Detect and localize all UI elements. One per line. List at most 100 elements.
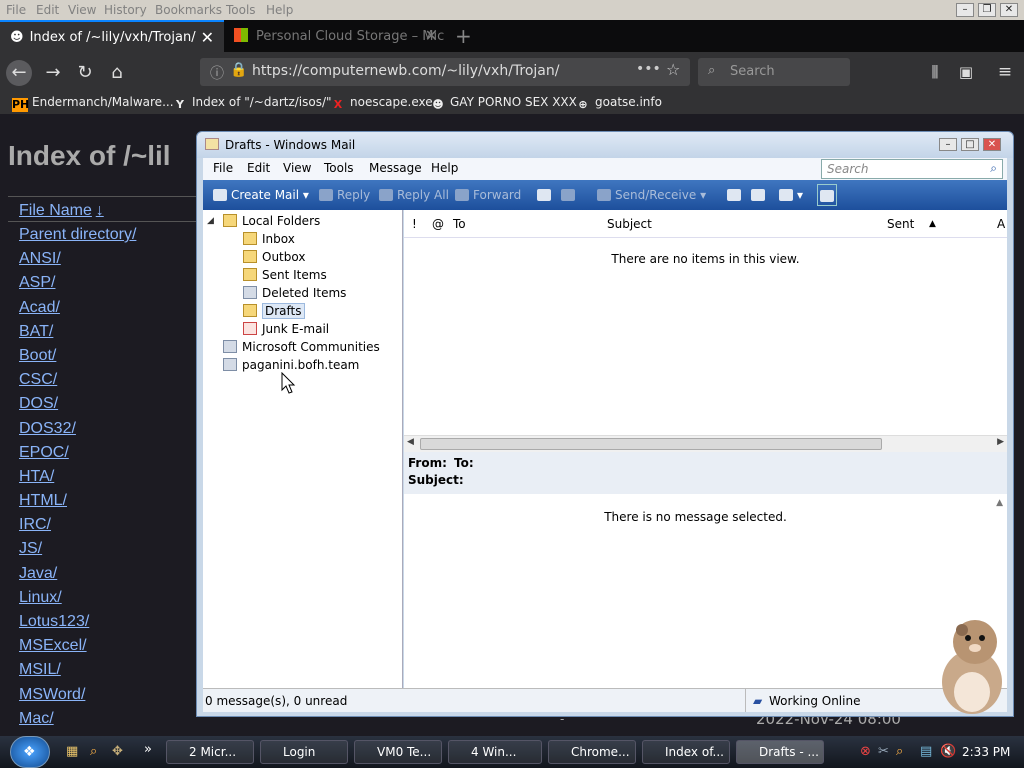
directory-link[interactable]: IRC/ bbox=[19, 516, 51, 533]
taskbar-item[interactable]: Index of... bbox=[642, 740, 730, 764]
taskbar-item[interactable]: 2 Micr... bbox=[166, 740, 254, 764]
folder-outbox[interactable]: Outbox bbox=[243, 250, 305, 268]
folder-inbox[interactable]: Inbox bbox=[243, 232, 295, 250]
horizontal-scrollbar[interactable]: ◀ ▶ bbox=[404, 435, 1007, 452]
menu-bookmarks[interactable]: Bookmarks bbox=[155, 3, 222, 17]
subject-column[interactable]: Subject bbox=[607, 217, 652, 231]
column-header-label[interactable]: File Name bbox=[19, 202, 92, 219]
address-bar[interactable]: ⓘ 🔒 https://computernewb.com/~lily/vxh/T… bbox=[200, 58, 690, 86]
directory-link[interactable]: Boot/ bbox=[19, 347, 56, 364]
taskbar-item[interactable]: Chrome... bbox=[548, 740, 636, 764]
reply-button[interactable]: Reply bbox=[319, 188, 370, 202]
directory-link[interactable]: Lotus123/ bbox=[19, 613, 89, 630]
collapse-triangle-icon[interactable]: ◢ bbox=[207, 216, 214, 226]
mail-maximize-button[interactable]: □ bbox=[961, 138, 979, 151]
bookmark-folder[interactable]: ☻ GAY PORNO SEX XXX bbox=[430, 95, 577, 112]
to-column[interactable]: To bbox=[453, 217, 466, 231]
priority-column[interactable]: ! bbox=[412, 217, 417, 231]
forward-arrow-icon[interactable]: → bbox=[40, 60, 66, 86]
mail-menu-view[interactable]: View bbox=[283, 161, 311, 175]
bookmark-noescape[interactable]: Xnoescape.exe bbox=[330, 95, 433, 112]
page-actions-icon[interactable]: ••• bbox=[636, 61, 661, 77]
directory-link[interactable]: Acad/ bbox=[19, 299, 60, 316]
send-receive-button[interactable]: Send/Receive ▾ bbox=[597, 188, 706, 202]
bookmark-endermanch[interactable]: PH Endermanch/Malware... bbox=[12, 95, 174, 112]
hamburger-menu-icon[interactable]: ≡ bbox=[992, 60, 1018, 86]
print-button[interactable] bbox=[537, 188, 555, 202]
menu-tools[interactable]: Tools bbox=[226, 3, 256, 17]
reload-icon[interactable]: ↻ bbox=[72, 60, 98, 86]
quicklaunch-overflow[interactable]: » bbox=[144, 742, 152, 757]
close-button[interactable]: ✕ bbox=[1000, 3, 1018, 17]
directory-link[interactable]: Java/ bbox=[19, 565, 57, 582]
back-arrow-icon[interactable]: ← bbox=[6, 60, 32, 86]
taskbar-item[interactable]: Login bbox=[260, 740, 348, 764]
close-tab-icon[interactable]: ✕ bbox=[425, 26, 438, 45]
clock[interactable]: 2:33 PM bbox=[962, 745, 1010, 759]
directory-link[interactable]: ANSI/ bbox=[19, 250, 61, 267]
menu-view[interactable]: View bbox=[68, 3, 96, 17]
directory-link[interactable]: MSIL/ bbox=[19, 661, 61, 678]
library-icon[interactable]: ⫼ bbox=[922, 60, 948, 86]
search-magnifier-icon[interactable]: ⌕ bbox=[90, 744, 97, 759]
bookmark-star-icon[interactable]: ☆ bbox=[666, 60, 680, 79]
taskbar-item[interactable]: 4 Win... bbox=[448, 740, 542, 764]
layout-button[interactable] bbox=[817, 184, 837, 206]
delete-button[interactable] bbox=[561, 188, 579, 202]
file-name-column-header[interactable]: File Name ↓ bbox=[8, 196, 198, 222]
quicklaunch-icon[interactable]: ✥ bbox=[112, 744, 123, 759]
folder-deleted-items[interactable]: Deleted Items bbox=[243, 286, 346, 304]
directory-link[interactable]: DOS/ bbox=[19, 395, 58, 412]
directory-link[interactable]: ASP/ bbox=[19, 274, 55, 291]
create-mail-button[interactable]: Create Mail ▾ bbox=[213, 188, 309, 202]
network-icon[interactable]: ▤ bbox=[920, 744, 932, 759]
directory-link[interactable]: Mac/ bbox=[19, 710, 54, 727]
attachment-column[interactable]: @ bbox=[432, 217, 444, 231]
account-column[interactable]: A bbox=[997, 217, 1005, 231]
tab-index-trojan[interactable]: ☻ Index of /~lily/vxh/Trojan/ ✕ bbox=[0, 20, 224, 52]
sidebar-icon[interactable]: ▣ bbox=[953, 60, 979, 86]
mail-menu-file[interactable]: File bbox=[213, 161, 233, 175]
directory-link[interactable]: CSC/ bbox=[19, 371, 57, 388]
menu-history[interactable]: History bbox=[104, 3, 147, 17]
mail-menu-help[interactable]: Help bbox=[431, 161, 458, 175]
contacts-button[interactable] bbox=[727, 188, 745, 202]
directory-link[interactable]: Parent directory/ bbox=[19, 226, 136, 243]
mail-menu-edit[interactable]: Edit bbox=[247, 161, 270, 175]
find-button[interactable]: ▾ bbox=[779, 188, 803, 202]
reply-all-button[interactable]: Reply All bbox=[379, 188, 449, 202]
folder-local-folders[interactable]: Local Folders bbox=[223, 214, 320, 232]
info-icon[interactable]: ⓘ bbox=[210, 63, 224, 83]
mail-menu-message[interactable]: Message bbox=[369, 161, 422, 175]
start-button[interactable]: ❖ bbox=[10, 736, 50, 768]
directory-link[interactable]: MSWord/ bbox=[19, 686, 85, 703]
bookmark-goatse[interactable]: ⊕ goatse.info bbox=[575, 95, 662, 112]
tray-search-icon[interactable]: ⌕ bbox=[896, 744, 903, 759]
menu-edit[interactable]: Edit bbox=[36, 3, 59, 17]
tray-tools-icon[interactable]: ✂ bbox=[878, 744, 889, 759]
directory-link[interactable]: HTML/ bbox=[19, 492, 67, 509]
mail-close-button[interactable]: ✕ bbox=[983, 138, 1001, 151]
taskbar-item[interactable]: VM0 Te... bbox=[354, 740, 442, 764]
scroll-left-icon[interactable]: ◀ bbox=[407, 437, 414, 447]
account-microsoft-communities[interactable]: Microsoft Communities bbox=[223, 340, 380, 358]
directory-link[interactable]: BAT/ bbox=[19, 323, 53, 340]
search-icon[interactable]: ⌕ bbox=[990, 161, 997, 176]
mail-menu-tools[interactable]: Tools bbox=[324, 161, 354, 175]
folder-junk-email[interactable]: Junk E-mail bbox=[243, 322, 329, 340]
volume-muted-icon[interactable]: 🔇 bbox=[940, 744, 956, 759]
bookmark-dartz-isos[interactable]: Y Index of "/~dartz/isos/" bbox=[172, 95, 332, 112]
directory-link[interactable]: MSExcel/ bbox=[19, 637, 87, 654]
close-tab-icon[interactable]: ✕ bbox=[201, 28, 214, 47]
directory-link[interactable]: EPOC/ bbox=[19, 444, 69, 461]
search-input[interactable]: ⌕ Search bbox=[698, 58, 850, 86]
directory-link[interactable]: HTA/ bbox=[19, 468, 54, 485]
mail-minimize-button[interactable]: – bbox=[939, 138, 957, 151]
directory-link[interactable]: Linux/ bbox=[19, 589, 62, 606]
folder-sent-items[interactable]: Sent Items bbox=[243, 268, 327, 286]
scroll-up-icon[interactable]: ▲ bbox=[996, 498, 1003, 508]
taskbar-item[interactable]: Drafts - ... bbox=[736, 740, 824, 764]
menu-file[interactable]: File bbox=[6, 3, 26, 17]
directory-link[interactable]: DOS32/ bbox=[19, 420, 76, 437]
restore-button[interactable]: ❐ bbox=[978, 3, 996, 17]
